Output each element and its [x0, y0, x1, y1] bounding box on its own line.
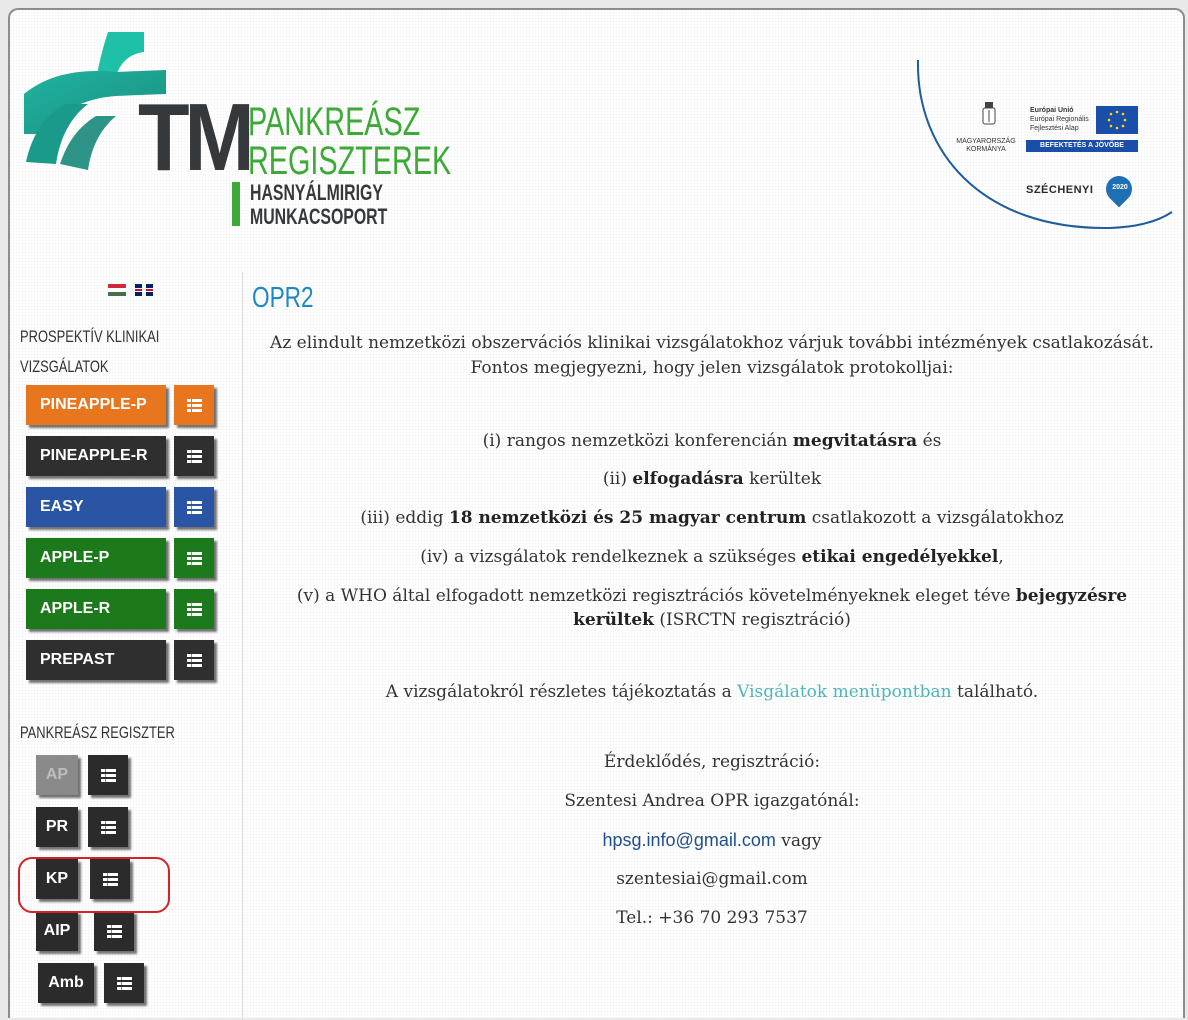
protocol-item-4: (iv) a vizsgálatok rendelkeznek a szüksé…	[420, 547, 1004, 567]
contact-phone: Tel.: +36 70 293 7537	[616, 908, 808, 928]
study-button[interactable]: PINEAPPLE-R	[26, 436, 166, 476]
eu-fund-text: Európai Unió Európai Regionális Fejleszt…	[1030, 106, 1102, 133]
studies-menu-link[interactable]: Visgálatok menüpontban	[737, 682, 951, 702]
hungary-government-label: MAGYARORSZÁG KORMÁNYA	[956, 138, 1016, 153]
page-title: OPR2	[252, 282, 314, 314]
intro-line2: Fontos megjegyezni, hogy jelen vizsgálat…	[470, 358, 954, 378]
register-list-icon-button[interactable]	[88, 755, 128, 795]
study-button[interactable]: PINEAPPLE-P	[26, 385, 166, 425]
list-icon	[186, 501, 202, 514]
email-link-hpsg[interactable]: hpsg.info@gmail.com	[603, 830, 776, 850]
register-list-icon-button[interactable]	[88, 807, 128, 847]
study-list-icon-button[interactable]	[174, 538, 214, 578]
study-button[interactable]: EASY	[26, 487, 166, 527]
badge-arc	[916, 60, 1173, 230]
logo-tm-letters: TM	[138, 84, 255, 191]
intro-line1: Az elindult nemzetközi obszervációs klin…	[270, 333, 1154, 353]
contact-email-2[interactable]: szentesiai@gmail.com	[242, 867, 1182, 891]
study-button[interactable]: APPLE-P	[26, 538, 166, 578]
list-icon	[116, 977, 132, 990]
logo-subtitle-line2: MUNKACSOPORT	[250, 204, 388, 229]
contact-email-line: hpsg.info@gmail.com vagy	[602, 830, 822, 851]
logo-subtitle-line1: HASNYÁLMIRIGY	[250, 180, 383, 205]
szechenyi-2020-badge: MAGYARORSZÁG KORMÁNYA Európai Unió Európ…	[910, 60, 1180, 260]
eu-flag-icon	[1096, 106, 1138, 134]
sidebar: PROSPEKTÍV KLINIKAI VIZSGÁLATOK PINEAPPL…	[18, 272, 243, 1020]
invest-in-future-label: BEFEKTETÉS A JÖVŐBE	[1026, 140, 1138, 152]
list-icon	[186, 399, 202, 412]
register-button[interactable]: AP	[36, 755, 78, 795]
logo-title-line1: PANKREÁSZ	[248, 100, 421, 144]
study-button[interactable]: APPLE-R	[26, 589, 166, 629]
page-frame: TM PANKREÁSZ REGISZTEREK HASNYÁLMIRIGY M…	[8, 8, 1185, 1020]
szechenyi-year: 2020	[1112, 184, 1128, 191]
contact-title: Érdeklődés, regisztráció:	[603, 752, 821, 772]
list-icon	[186, 654, 202, 667]
register-list-icon-button[interactable]	[104, 963, 144, 1003]
study-list-icon-button[interactable]	[174, 385, 214, 425]
eu-title: Európai Unió	[1030, 107, 1074, 114]
list-icon	[106, 925, 122, 938]
list-icon	[186, 450, 202, 463]
english-flag-icon[interactable]	[135, 284, 154, 296]
register-list-icon-button[interactable]	[94, 911, 134, 951]
register-button[interactable]: PR	[36, 807, 78, 847]
register-button[interactable]: AIP	[36, 911, 78, 951]
study-list-icon-button[interactable]	[174, 640, 214, 680]
language-switcher	[108, 284, 154, 303]
study-list-icon-button[interactable]	[174, 436, 214, 476]
logo-green-bar	[232, 182, 240, 226]
logo-title-line2: REGISZTEREK	[248, 139, 452, 183]
protocol-item-2: (ii) elfogadásra kerültek	[602, 469, 822, 489]
section-title-pancreas-register: PANKREÁSZ REGISZTER	[20, 723, 175, 742]
list-icon	[186, 552, 202, 565]
list-icon	[186, 603, 202, 616]
list-icon	[100, 769, 116, 782]
protocol-item-1: (i) rangos nemzetközi konferencián megvi…	[482, 431, 942, 451]
kp-highlight-ring	[18, 857, 170, 913]
site-logo[interactable]: TM PANKREÁSZ REGISZTEREK HASNYÁLMIRIGY M…	[16, 24, 451, 234]
list-icon	[100, 821, 116, 834]
hungary-coat-of-arms-icon	[982, 102, 996, 125]
protocol-item-5: (v) a WHO által elfogadott nemzetközi re…	[296, 586, 1128, 630]
eu-line2: Európai Regionális	[1030, 116, 1089, 123]
protocol-item-3: (iii) eddig 18 nemzetközi és 25 magyar c…	[360, 508, 1064, 528]
info-line: A vizsgálatokról részletes tájékoztatás …	[385, 682, 1039, 702]
study-list-icon-button[interactable]	[174, 589, 214, 629]
szechenyi-label: SZÉCHENYI	[1026, 184, 1094, 196]
eu-line3: Fejlesztési Alap	[1030, 125, 1079, 132]
section-title-clinical-studies: PROSPEKTÍV KLINIKAI VIZSGÁLATOK	[20, 327, 160, 376]
hungarian-flag-icon[interactable]	[108, 284, 126, 296]
contact-name: Szentesi Andrea OPR igazgatónál:	[564, 791, 860, 811]
study-button[interactable]: PREPAST	[26, 640, 166, 680]
study-list-icon-button[interactable]	[174, 487, 214, 527]
register-button[interactable]: Amb	[38, 963, 94, 1003]
